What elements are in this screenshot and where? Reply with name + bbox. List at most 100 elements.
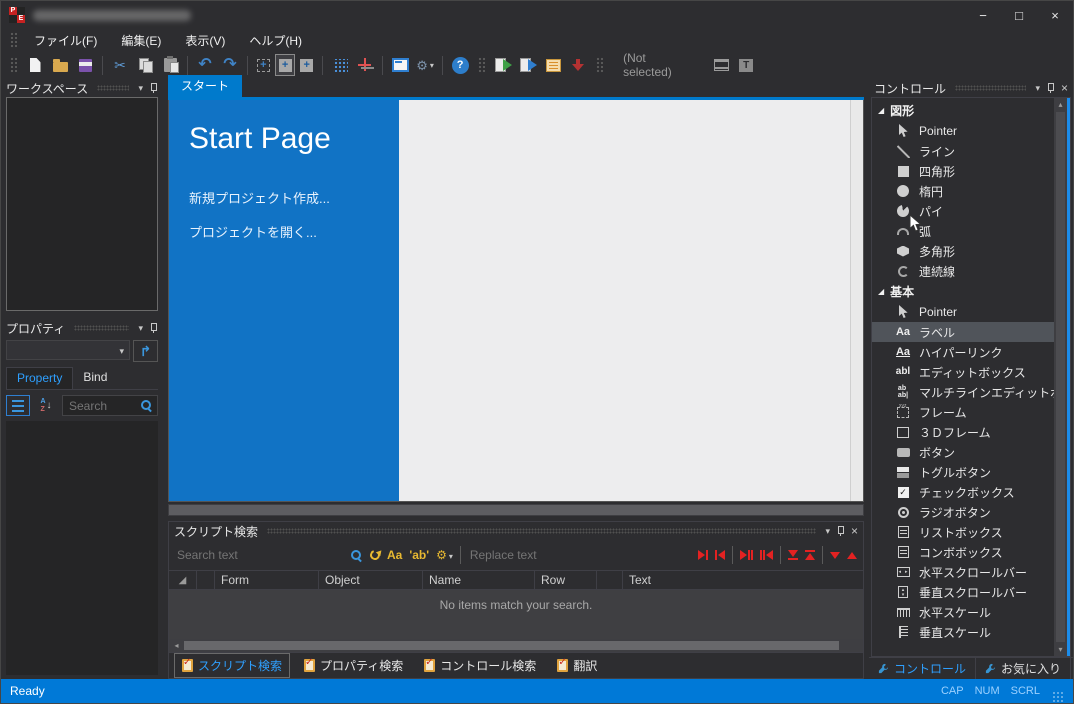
control-item-pointer[interactable]: Pointer — [872, 302, 1054, 322]
control-item-rectangle[interactable]: 四角形 — [872, 161, 1054, 181]
control-item-checkbox[interactable]: ✓チェックボックス — [872, 482, 1054, 502]
section-basic[interactable]: ◢基本 — [872, 281, 1054, 302]
control-item-ellipse[interactable]: 楕円 — [872, 181, 1054, 201]
tab-favorites[interactable]: お気に入り — [976, 658, 1071, 679]
column-form[interactable]: Form — [215, 571, 319, 589]
preview-button[interactable] — [516, 53, 540, 77]
scroll-down-arrow-icon[interactable]: ▾ — [1058, 643, 1062, 656]
pin-icon[interactable] — [149, 322, 158, 334]
pin-icon[interactable] — [836, 525, 845, 537]
scrollbar-thumb[interactable] — [1056, 112, 1065, 642]
menubar-grip[interactable] — [10, 32, 17, 48]
panel-menu-icon[interactable]: ▾ — [138, 324, 143, 333]
snap-mode-button-3[interactable]: + — [296, 54, 317, 76]
match-case-toggle[interactable]: Aa — [387, 548, 402, 562]
document-vertical-scrollbar[interactable] — [850, 100, 863, 501]
maximize-button[interactable]: □ — [1001, 1, 1037, 29]
column-row[interactable]: Row — [535, 571, 597, 589]
menu-edit[interactable]: 編集(E) — [109, 30, 173, 51]
move-up-button[interactable] — [847, 552, 857, 559]
run-button[interactable] — [491, 53, 515, 77]
panel-drag-handle[interactable] — [955, 85, 1026, 91]
control-item-hscale[interactable]: 水平スケール — [872, 602, 1054, 622]
column-object[interactable]: Object — [319, 571, 423, 589]
import-button[interactable] — [566, 53, 590, 77]
cut-button[interactable]: ✂ — [108, 53, 132, 77]
find-next-file-button[interactable] — [740, 550, 753, 560]
properties-list[interactable] — [6, 421, 158, 675]
results-horizontal-scrollbar[interactable]: ◂ — [169, 639, 863, 652]
go-to-first-button[interactable] — [805, 550, 815, 560]
close-button[interactable]: × — [1037, 1, 1073, 29]
minimize-button[interactable]: − — [965, 1, 1001, 29]
panel-menu-icon[interactable]: ▾ — [825, 527, 830, 536]
workspace-tree[interactable] — [6, 97, 158, 311]
scroll-up-arrow-icon[interactable]: ▴ — [1058, 98, 1062, 111]
control-item-vscrollbar[interactable]: ▴▾垂直スクロールバー — [872, 582, 1054, 602]
search-options-button[interactable]: ⚙▾ — [436, 548, 453, 562]
undo-button[interactable]: ↶ — [193, 53, 217, 77]
document-horizontal-scrollbar[interactable] — [168, 504, 864, 516]
sort-alpha-button[interactable]: AZ↓ — [35, 395, 57, 416]
list-button[interactable] — [541, 53, 565, 77]
object-selector-combobox[interactable]: ▾ — [6, 340, 130, 360]
move-down-button[interactable] — [830, 552, 840, 559]
toolbar-grip[interactable] — [10, 57, 17, 73]
go-to-last-button[interactable] — [788, 550, 798, 560]
resize-grip[interactable] — [1052, 691, 1064, 703]
search-icon[interactable] — [350, 549, 363, 562]
control-item-toggle-button[interactable]: トグルボタン — [872, 462, 1054, 482]
save-button[interactable] — [73, 53, 97, 77]
whole-word-toggle[interactable]: 'ab' — [409, 548, 429, 562]
close-icon[interactable]: × — [851, 525, 858, 537]
categorize-button[interactable] — [6, 395, 30, 416]
new-file-button[interactable] — [23, 53, 47, 77]
help-button[interactable]: ? — [448, 53, 472, 77]
control-item-hscrollbar[interactable]: ◂▸水平スクロールバー — [872, 562, 1054, 582]
control-item-line[interactable]: ライン — [872, 141, 1054, 161]
snap-to-grid-button[interactable] — [353, 53, 377, 77]
panel-drag-handle[interactable] — [74, 325, 129, 331]
control-item-multiline-editbox[interactable]: abab|マルチラインエディットボックス — [872, 382, 1054, 402]
go-to-parent-button[interactable]: ↱ — [133, 340, 158, 362]
panel-menu-icon[interactable]: ▾ — [1035, 84, 1040, 93]
form-settings-button[interactable] — [388, 53, 412, 77]
control-item-editbox[interactable]: ablエディットボックス — [872, 362, 1054, 382]
tab-controls[interactable]: コントロール — [869, 658, 976, 679]
control-item-listbox[interactable]: リストボックス — [872, 522, 1054, 542]
column-name[interactable]: Name — [423, 571, 535, 589]
control-item-3d-frame[interactable]: ３Ｄフレーム — [872, 422, 1054, 442]
column-text[interactable]: Text — [623, 571, 863, 589]
tab-property-search[interactable]: プロパティ検索 — [297, 654, 410, 677]
paste-button[interactable] — [158, 53, 182, 77]
find-input[interactable] — [175, 547, 343, 563]
new-project-link[interactable]: 新規プロジェクト作成... — [189, 188, 399, 207]
find-previous-button[interactable] — [715, 550, 725, 560]
tab-translate[interactable]: 翻訳 — [550, 654, 604, 677]
control-item-combobox[interactable]: コンボボックス — [872, 542, 1054, 562]
panel-drag-handle[interactable] — [267, 528, 816, 534]
control-item-pie[interactable]: パイ — [872, 201, 1054, 221]
control-item-pointer[interactable]: Pointer — [872, 121, 1054, 141]
search-icon[interactable] — [140, 399, 153, 412]
control-item-polyline[interactable]: 連続線 — [872, 261, 1054, 281]
panel-menu-icon[interactable]: ▾ — [138, 84, 143, 93]
control-item-label[interactable]: Aaラベル — [872, 322, 1054, 342]
section-shapes[interactable]: ◢図形 — [872, 100, 1054, 121]
expand-all-header[interactable]: ◢ — [169, 571, 197, 589]
control-item-polygon[interactable]: 多角形 — [872, 241, 1054, 261]
control-item-radio-button[interactable]: ラジオボタン — [872, 502, 1054, 522]
open-project-link[interactable]: プロジェクトを開く... — [189, 222, 399, 241]
tab-property[interactable]: Property — [6, 367, 73, 389]
settings-button[interactable]: ⚙▾ — [413, 53, 437, 77]
control-item-button[interactable]: ボタン — [872, 442, 1054, 462]
find-next-button[interactable] — [698, 550, 708, 560]
control-item-arc[interactable]: 弧 — [872, 221, 1054, 241]
toolbar-grip[interactable] — [478, 57, 485, 73]
menu-view[interactable]: 表示(V) — [173, 30, 237, 51]
scroll-left-arrow-icon[interactable]: ◂ — [169, 641, 184, 650]
refresh-icon[interactable] — [368, 548, 381, 561]
text-tool-button[interactable]: T — [734, 53, 758, 77]
tab-bind[interactable]: Bind — [73, 367, 117, 389]
scrollbar-thumb[interactable] — [184, 641, 839, 650]
